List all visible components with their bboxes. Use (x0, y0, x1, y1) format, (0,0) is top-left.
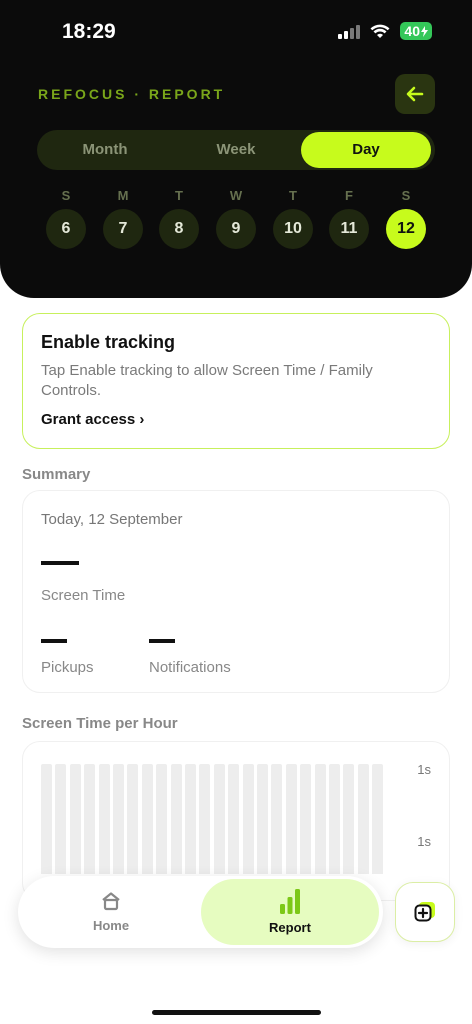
enable-tracking-card: Enable tracking Tap Enable tracking to a… (22, 313, 450, 449)
hour-bar (314, 764, 326, 874)
screen-time-label: Screen Time (41, 587, 126, 604)
day-letter: T (175, 188, 183, 203)
cellular-signal-icon (338, 23, 361, 39)
hour-bar (41, 764, 52, 874)
battery-icon: 40 (400, 22, 432, 40)
day-letter: F (345, 188, 353, 203)
day-number: 7 (103, 209, 143, 249)
hour-bar (242, 764, 254, 874)
pickups-label: Pickups (41, 659, 94, 676)
grant-access-link[interactable]: Grant access › (41, 411, 431, 428)
period-segmented-control: Month Week Day (37, 130, 435, 170)
hour-bar (372, 764, 384, 874)
hour-bar (156, 764, 168, 874)
per-hour-section-label: Screen Time per Hour (22, 715, 178, 732)
hourly-bars (41, 764, 387, 874)
hour-bar (69, 764, 81, 874)
day-item[interactable]: T 10 (273, 187, 313, 249)
day-item[interactable]: S 6 (46, 187, 86, 249)
day-number: 12 (386, 209, 426, 249)
hour-bar (141, 764, 153, 874)
hour-bar (213, 764, 225, 874)
axis-tick-mid: 1s (417, 834, 431, 849)
add-button[interactable] (395, 882, 455, 942)
status-icons: 40 (338, 22, 432, 40)
day-item[interactable]: T 8 (159, 187, 199, 249)
tab-report-label: Report (269, 920, 311, 935)
summary-card: Today, 12 September Screen Time Pickups … (22, 490, 450, 693)
tab-home-label: Home (92, 918, 130, 933)
hour-bar (170, 764, 182, 874)
tab-home[interactable]: Home (58, 890, 164, 933)
hour-bar (228, 764, 240, 874)
hour-bar (300, 764, 312, 874)
status-bar: 18:29 40 (0, 18, 472, 48)
day-number: 6 (46, 209, 86, 249)
day-letter: S (401, 188, 411, 203)
summary-section-label: Summary (22, 466, 91, 483)
segment-day[interactable]: Day (301, 132, 431, 168)
hour-bar (84, 764, 96, 874)
day-item[interactable]: M 7 (103, 187, 143, 249)
battery-level: 40 (404, 23, 420, 39)
hour-bar (127, 764, 139, 874)
home-indicator (152, 1010, 321, 1015)
day-letter: T (289, 188, 297, 203)
day-item-selected[interactable]: S 12 (386, 187, 426, 249)
day-number: 8 (159, 209, 199, 249)
back-button[interactable] (395, 74, 435, 114)
screen: 18:29 40 REFOCUS · REPORT Month Week Day… (0, 0, 472, 1024)
hour-bar (285, 764, 297, 874)
day-letter: M (117, 188, 129, 203)
house-icon (102, 892, 120, 911)
bar-chart-icon (280, 889, 300, 914)
tab-report[interactable]: Report (201, 879, 379, 945)
day-item[interactable]: F 11 (329, 187, 369, 249)
day-item[interactable]: W 9 (216, 187, 256, 249)
day-letter: W (229, 188, 243, 203)
hour-bar (185, 764, 196, 874)
hour-bar (55, 764, 67, 874)
arrow-left-icon (406, 86, 424, 102)
hour-bar (113, 764, 124, 874)
day-number: 11 (329, 209, 369, 249)
notifications-placeholder (149, 639, 175, 643)
notifications-label: Notifications (149, 659, 231, 676)
hour-bar (199, 764, 211, 874)
day-number: 10 (273, 209, 313, 249)
tracking-title: Enable tracking (41, 332, 176, 352)
hour-bar (98, 764, 110, 874)
hour-bar (329, 764, 340, 874)
hour-bar (257, 764, 268, 874)
hour-bar (343, 764, 355, 874)
hour-bar (357, 764, 369, 874)
pickups-placeholder (41, 639, 67, 643)
screen-time-placeholder (41, 561, 79, 565)
wifi-icon (370, 24, 390, 39)
tracking-description: Tap Enable tracking to allow Screen Time… (41, 362, 373, 399)
day-letter: S (61, 188, 71, 203)
plus-square-icon (414, 902, 435, 922)
day-picker: S 6 M 7 T 8 W 9 T 10 F 11 S 12 (44, 187, 430, 249)
axis-tick-top: 1s (417, 762, 431, 777)
tab-bar: Home Report (18, 876, 383, 948)
app-title: REFOCUS · REPORT (38, 86, 226, 102)
segment-week[interactable]: Week (170, 130, 302, 170)
status-time: 18:29 (62, 20, 116, 43)
header-panel: 18:29 40 REFOCUS · REPORT Month Week Day… (0, 0, 472, 298)
day-number: 9 (216, 209, 256, 249)
hour-bar (271, 764, 283, 874)
summary-date: Today, 12 September (41, 511, 183, 528)
segment-month[interactable]: Month (37, 130, 173, 170)
